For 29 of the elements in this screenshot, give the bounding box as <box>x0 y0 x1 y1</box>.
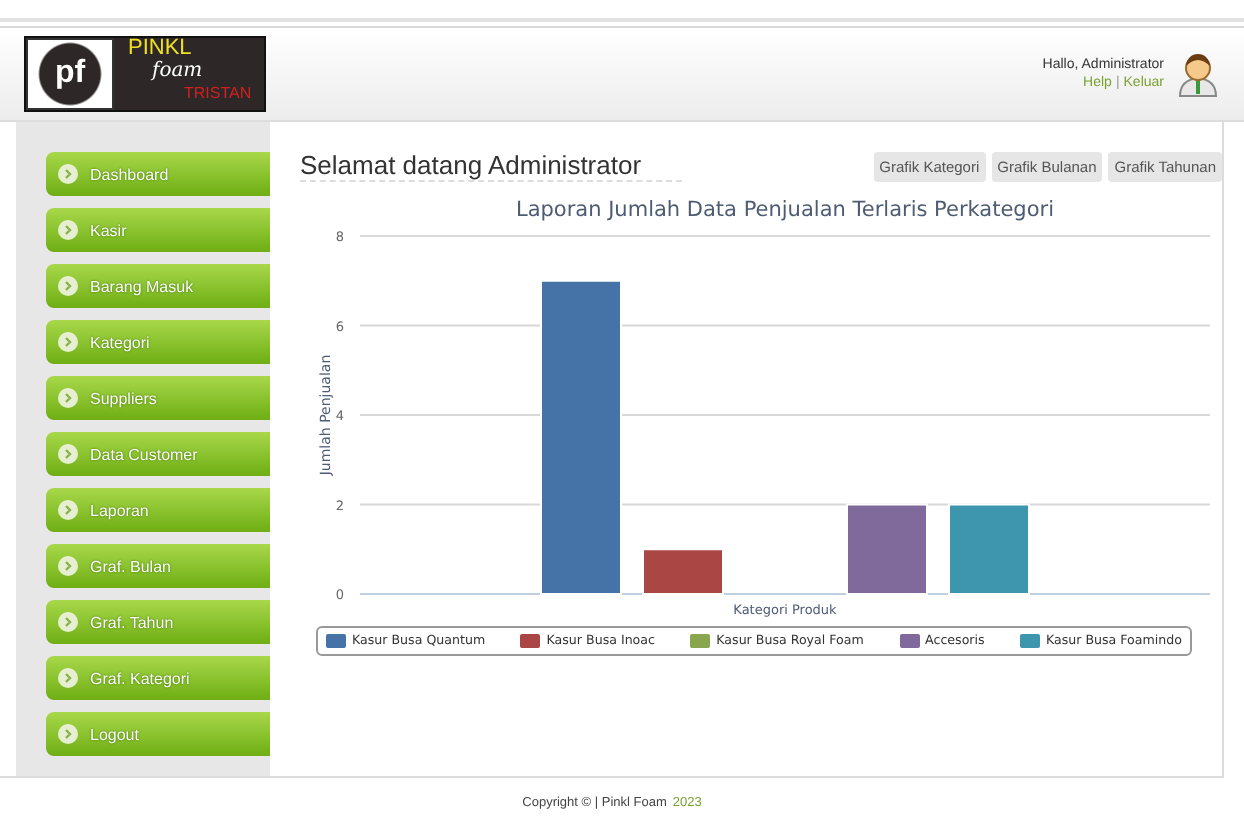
chevron-icon <box>58 668 78 688</box>
menu-item[interactable]: Laporan <box>46 488 270 532</box>
menu-item[interactable]: Suppliers <box>46 376 270 420</box>
chevron-icon <box>58 220 78 240</box>
logo-mark: pf <box>26 38 114 110</box>
chevron-icon <box>58 500 78 520</box>
menu-item[interactable]: Logout <box>46 712 270 756</box>
menu-item[interactable]: Data Customer <box>46 432 270 476</box>
menu-item[interactable]: Kasir <box>46 208 270 252</box>
menu-item[interactable]: Graf. Tahun <box>46 600 270 644</box>
logo-text: foam <box>149 60 205 82</box>
chart-title: Laporan Jumlah Data Penjualan Terlaris Perkategori <box>515 198 1055 222</box>
chevron-icon <box>58 724 78 744</box>
chevron-icon <box>58 388 78 408</box>
user-avatar-icon <box>1176 50 1220 98</box>
menu-item[interactable]: Kategori <box>46 320 270 364</box>
menu-item[interactable]: Graf. Kategori <box>46 656 270 700</box>
chevron-icon <box>58 444 78 464</box>
menu-item[interactable]: Barang Masuk <box>46 264 270 308</box>
logo-text: TRISTAN <box>182 82 252 104</box>
menu-item[interactable]: Dashboard <box>46 152 270 196</box>
chevron-icon <box>58 276 78 296</box>
chevron-icon <box>58 556 78 576</box>
menu-item[interactable]: Graf. Bulan <box>46 544 270 588</box>
welcome-heading: Selamat datang Administrator <box>300 150 682 182</box>
chevron-icon <box>58 332 78 352</box>
chevron-icon <box>58 612 78 632</box>
chevron-icon <box>58 164 78 184</box>
logo-text: PINKL <box>128 38 194 60</box>
